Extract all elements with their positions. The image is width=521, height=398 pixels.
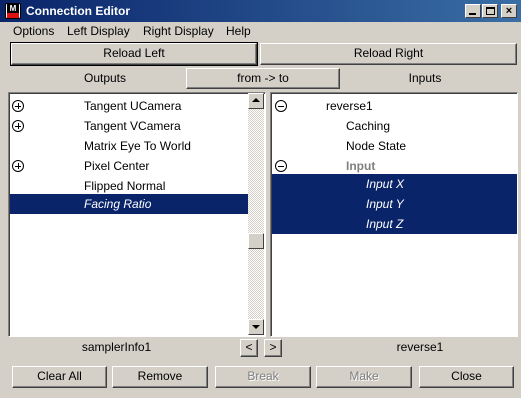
collapse-minus-icon[interactable]: [275, 160, 287, 172]
list-item-selected[interactable]: Input Z: [272, 214, 517, 234]
list-item[interactable]: Flipped Normal: [10, 176, 250, 196]
list-item[interactable]: Tangent VCamera: [10, 116, 250, 136]
reload-right-button[interactable]: Reload Right: [260, 43, 517, 65]
minimize-icon: [469, 13, 476, 15]
previous-node-button[interactable]: <: [240, 339, 258, 357]
connection-editor-window: M Connection Editor × Options Left Displ…: [0, 0, 521, 398]
list-item[interactable]: Input: [272, 156, 516, 176]
menu-options[interactable]: Options: [13, 24, 54, 38]
clear-all-button[interactable]: Clear All: [12, 366, 107, 388]
scroll-up-button[interactable]: [248, 93, 264, 109]
list-item-selected[interactable]: Facing Ratio: [10, 194, 249, 214]
remove-button[interactable]: Remove: [112, 366, 208, 388]
outputs-scrollbar[interactable]: [248, 93, 264, 335]
menu-left-display[interactable]: Left Display: [67, 24, 130, 38]
maximize-icon: [486, 7, 495, 15]
arrow-down-icon: [252, 325, 260, 329]
chevron-left-icon: <: [245, 340, 253, 354]
make-button[interactable]: Make: [316, 366, 412, 388]
menu-help[interactable]: Help: [226, 24, 251, 38]
list-item-selected[interactable]: Input X: [272, 174, 517, 194]
expand-plus-icon[interactable]: [12, 120, 24, 132]
scroll-thumb[interactable]: [248, 233, 264, 249]
next-node-button[interactable]: >: [264, 339, 282, 357]
maximize-button[interactable]: [482, 4, 498, 18]
menu-right-display[interactable]: Right Display: [143, 24, 214, 38]
chevron-right-icon: >: [269, 340, 277, 354]
list-item-selected[interactable]: Input Y: [272, 194, 517, 214]
list-item[interactable]: Tangent UCamera: [10, 96, 250, 116]
maya-app-icon[interactable]: M: [5, 3, 21, 19]
expand-plus-icon[interactable]: [12, 100, 24, 112]
arrow-up-icon: [252, 98, 260, 102]
menu-bar: Options Left Display Right Display Help: [0, 22, 521, 40]
close-button[interactable]: Close: [419, 366, 514, 388]
right-node-name: reverse1: [396, 340, 444, 354]
collapse-minus-icon[interactable]: [275, 100, 287, 112]
list-item[interactable]: Matrix Eye To World: [10, 136, 250, 156]
list-item[interactable]: reverse1: [272, 96, 516, 116]
title-bar[interactable]: M Connection Editor ×: [0, 0, 521, 22]
direction-button[interactable]: from -> to: [186, 68, 340, 89]
scroll-down-button[interactable]: [248, 319, 264, 335]
close-window-button[interactable]: ×: [501, 4, 517, 18]
reload-left-button[interactable]: Reload Left: [10, 42, 258, 66]
close-icon: ×: [505, 5, 513, 17]
outputs-list: Tangent UCamera Tangent VCamera Matrix E…: [8, 92, 266, 337]
inputs-list: reverse1 Caching Node State Input Input …: [270, 92, 518, 337]
list-item[interactable]: Caching: [272, 116, 516, 136]
minimize-button[interactable]: [465, 4, 481, 18]
inputs-label: Inputs: [408, 71, 442, 85]
break-button[interactable]: Break: [215, 366, 311, 388]
window-title: Connection Editor: [26, 4, 130, 18]
list-item[interactable]: Pixel Center: [10, 156, 250, 176]
outputs-label: Outputs: [83, 71, 127, 85]
list-item[interactable]: Node State: [272, 136, 516, 156]
left-node-name: samplerInfo1: [81, 340, 152, 354]
expand-plus-icon[interactable]: [12, 160, 24, 172]
